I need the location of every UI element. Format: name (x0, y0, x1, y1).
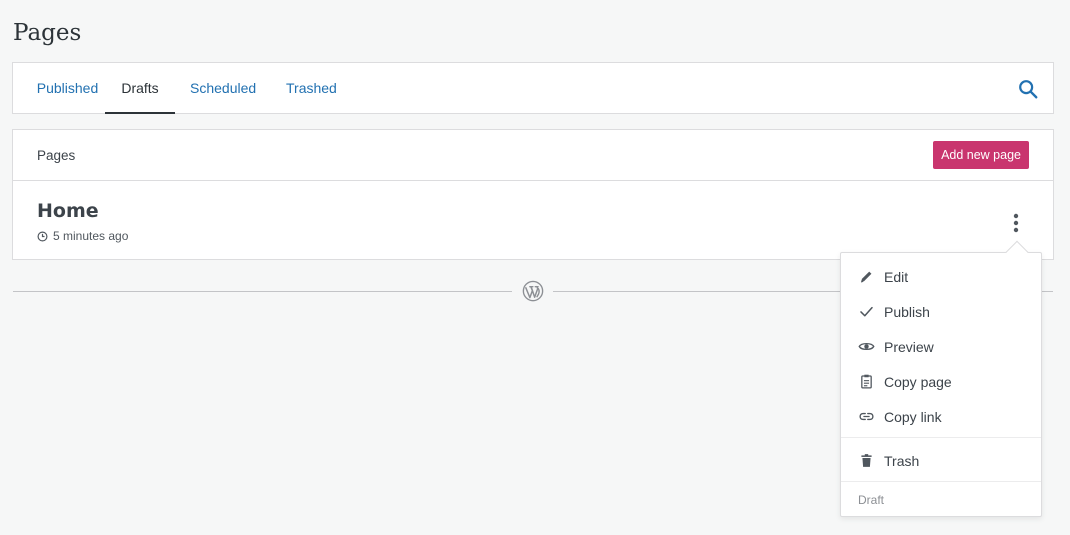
list-header: Pages Add new page (13, 130, 1053, 181)
menu-item-label: Preview (884, 338, 934, 355)
menu-item-label: Copy page (884, 373, 952, 390)
eye-icon (858, 342, 875, 351)
page-item-modified: 5 minutes ago (53, 229, 129, 243)
menu-item-preview[interactable]: Preview (841, 329, 1041, 364)
search-button[interactable] (1017, 78, 1039, 100)
menu-divider (841, 437, 1041, 438)
add-new-page-button[interactable]: Add new page (933, 141, 1029, 169)
menu-item-copy-link[interactable]: Copy link (841, 399, 1041, 434)
ellipsis-vertical-icon (1013, 213, 1019, 233)
menu-item-copy-page[interactable]: Copy page (841, 364, 1041, 399)
tab-trashed[interactable]: Trashed (286, 63, 337, 114)
wordpress-logo-icon (522, 280, 544, 302)
page-item-meta: 5 minutes ago (37, 229, 128, 243)
checkmark-icon (860, 306, 873, 317)
search-icon (1019, 80, 1038, 99)
menu-item-publish[interactable]: Publish (841, 294, 1041, 329)
page-item-title[interactable]: Home (37, 200, 99, 222)
menu-item-label: Trash (884, 452, 920, 469)
pencil-icon (860, 271, 872, 283)
menu-item-edit[interactable]: Edit (841, 259, 1041, 294)
page-actions-menu: Edit Publish Preview Copy page Copy link (840, 252, 1042, 517)
menu-divider (841, 481, 1041, 482)
list-item: Home 5 minutes ago (13, 182, 1053, 260)
menu-item-label: Publish (884, 303, 930, 320)
tab-scheduled[interactable]: Scheduled (190, 63, 256, 114)
page-actions-button[interactable] (1003, 210, 1029, 236)
section-nav: Published Drafts Scheduled Trashed (12, 62, 1054, 114)
menu-item-label: Edit (884, 268, 909, 285)
menu-item-trash[interactable]: Trash (841, 443, 1041, 478)
trash-icon (861, 454, 872, 467)
menu-item-label: Copy link (884, 408, 942, 425)
clock-icon (37, 231, 48, 241)
pages-list: Pages Add new page Home 5 minutes ago (12, 129, 1054, 260)
link-icon (859, 412, 874, 421)
list-header-label: Pages (37, 148, 76, 163)
page-status-label: Draft (858, 493, 885, 507)
footer-divider-left (13, 291, 512, 292)
tab-published[interactable]: Published (29, 63, 106, 114)
clipboard-icon (861, 374, 872, 389)
page-title: Pages (13, 20, 82, 46)
tab-drafts[interactable]: Drafts (105, 63, 175, 114)
